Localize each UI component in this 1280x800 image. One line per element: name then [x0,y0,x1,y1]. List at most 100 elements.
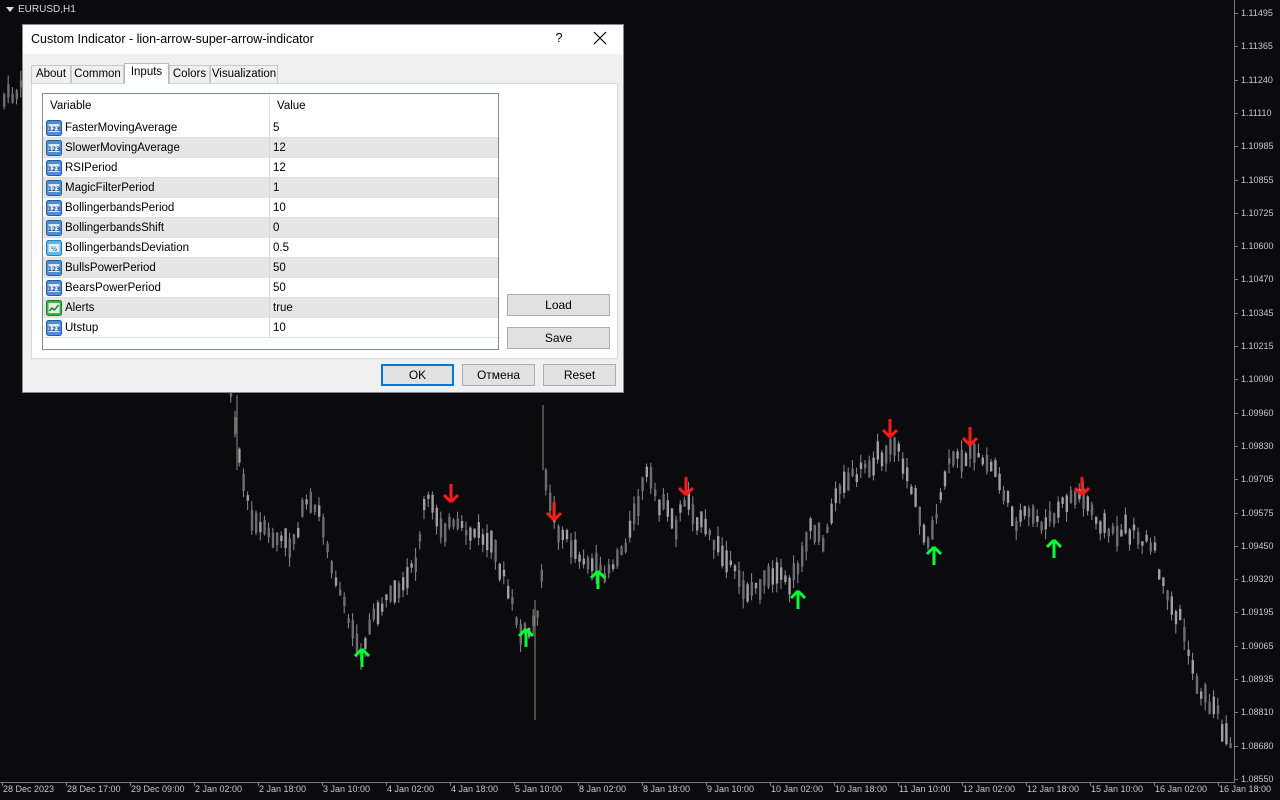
save-button[interactable]: Save [507,327,610,349]
table-row[interactable]: 123 MagicFilterPeriod 1 [43,178,498,198]
price-tick [1234,13,1238,14]
candle-body [11,93,14,103]
time-label: 5 Jan 10:00 [515,784,563,794]
candle-body [481,534,485,545]
candle-body [1111,526,1115,533]
variable-value[interactable]: 10 [273,318,286,338]
table-header: Variable Value [43,94,498,118]
time-label: 29 Dec 09:00 [131,784,185,794]
table-row[interactable]: 123 SlowerMovingAverage 12 [43,138,498,158]
table-row[interactable]: 123 Utstup 10 [43,318,498,338]
variable-value[interactable]: 1 [273,178,279,198]
price-tick [1234,180,1238,181]
candle-body [456,518,459,529]
candle-body [381,603,384,612]
table-row[interactable]: 123 BollingerbandsShift 0 [43,218,498,238]
sell-arrow-icon [442,484,460,504]
table-row[interactable]: 123 FasterMovingAverage 5 [43,118,498,138]
candle-body [1040,522,1043,531]
ok-button[interactable]: OK [381,364,454,386]
help-button[interactable]: ? [551,30,567,48]
column-header-value[interactable]: Value [270,94,498,118]
candle-body [939,492,942,501]
close-button[interactable] [588,28,612,50]
candle-body [1128,529,1131,545]
candle-body [1208,701,1211,715]
candle-body [649,467,653,489]
variable-value[interactable]: 50 [273,258,286,278]
cell-divider [269,198,270,218]
tab-about[interactable]: About [31,65,71,83]
candle-body [717,536,720,553]
reset-button[interactable]: Reset [543,364,616,386]
candle-body [549,492,552,511]
table-row[interactable]: 123 BollingerbandsPeriod 10 [43,198,498,218]
candle-body [880,452,884,467]
variable-value[interactable]: 50 [273,278,286,298]
candle-body [897,443,900,452]
price-tick [1234,479,1238,480]
candle-body [624,542,627,552]
table-row[interactable]: 123 BullsPowerPeriod 50 [43,258,498,278]
dialog-titlebar[interactable]: Custom Indicator - lion-arrow-super-arro… [23,25,623,54]
candle-body [981,457,984,465]
candle-body [570,540,573,558]
buy-arrow-icon [789,589,807,609]
variable-value[interactable]: 5 [273,118,279,138]
candle-body [729,560,732,566]
candle-body [952,451,955,466]
variable-value[interactable]: 0 [273,218,279,238]
candle-body [242,473,245,492]
cell-divider [269,118,270,138]
candle-body [301,499,304,517]
variable-name: BearsPowerPeriod [65,282,161,294]
time-label: 10 Jan 18:00 [835,784,888,794]
price-label: 1.10090 [1241,374,1274,384]
variable-value[interactable]: true [273,298,293,318]
integer-icon: 123 [46,220,62,236]
candle-body [271,532,275,548]
candle-body [288,538,291,558]
symbol-label[interactable]: EURUSD,H1 [6,4,76,15]
price-label: 1.11110 [1241,108,1272,118]
table-row[interactable]: ½ BollingerbandsDeviation 0.5 [43,238,498,258]
variable-value[interactable]: 12 [273,158,286,178]
cell-divider [269,278,270,298]
integer-icon: 123 [46,160,62,176]
variable-value[interactable]: 0.5 [273,238,289,258]
cancel-button[interactable]: Отмена [462,364,535,386]
tab-colors[interactable]: Colors [169,65,210,83]
tab-common[interactable]: Common [71,65,124,83]
table-row[interactable]: 123 BearsPowerPeriod 50 [43,278,498,298]
tab-visualization[interactable]: Visualization [210,65,278,83]
variable-value[interactable]: 10 [273,198,286,218]
candle-body [276,532,279,546]
candle-body [822,537,825,552]
candle-body [805,532,808,552]
load-button[interactable]: Load [507,294,610,316]
price-tick [1234,346,1238,347]
candle-body [477,522,480,539]
candle-body [1019,510,1022,522]
time-label: 16 Jan 02:00 [1155,784,1208,794]
candle-body [733,565,737,572]
candle-body [914,488,917,507]
candle-body [742,580,745,599]
inputs-table[interactable]: Variable Value 123 FasterMovingAverage 5 12… [42,93,499,350]
column-header-variable[interactable]: Variable [43,94,269,118]
candle-body [1057,501,1060,518]
sell-arrow-icon [1073,477,1091,497]
tab-inputs[interactable]: Inputs [124,63,169,84]
candle-body [830,503,833,524]
price-label: 1.09575 [1241,508,1274,518]
price-label: 1.10470 [1241,274,1274,284]
candle-body [990,461,993,472]
candle-body [557,526,560,543]
candle-body [780,567,783,580]
variable-value[interactable]: 12 [273,138,286,158]
table-row[interactable]: 123 RSIPeriod 12 [43,158,498,178]
time-label: 11 Jan 10:00 [899,784,951,794]
candle-body [633,503,636,524]
candle-body [759,579,762,600]
table-row[interactable]: Alerts true [43,298,498,318]
